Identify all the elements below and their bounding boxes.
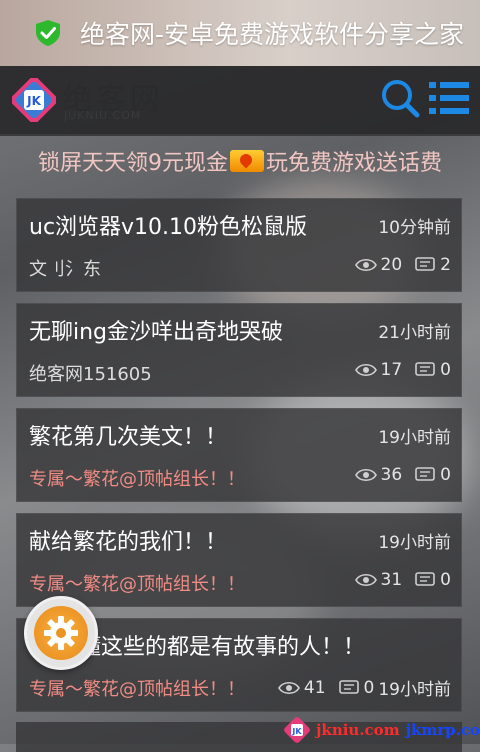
site-logo-icon[interactable]: JK bbox=[12, 78, 56, 122]
svg-text:JK: JK bbox=[26, 94, 41, 108]
promo-text-part2: 玩免费游戏送话费 bbox=[265, 151, 442, 176]
post-title: 繁花第几次美文！！ bbox=[29, 425, 228, 450]
view-count: 20 bbox=[380, 255, 403, 275]
eye-icon bbox=[354, 258, 377, 272]
view-count: 31 bbox=[380, 570, 403, 590]
post-title: uc浏览器v10.10粉色松鼠版 bbox=[29, 215, 308, 240]
gear-icon bbox=[34, 606, 88, 660]
post-stats: 20 2 bbox=[354, 255, 451, 275]
post-time: 19小时前 bbox=[378, 680, 451, 700]
shield-check-icon bbox=[36, 20, 60, 46]
view-count: 17 bbox=[380, 360, 403, 380]
post-title: 献给繁花的我们！！ bbox=[29, 530, 228, 555]
comment-count: 2 bbox=[440, 255, 451, 275]
comment-count: 0 bbox=[440, 465, 451, 485]
search-icon[interactable] bbox=[380, 78, 420, 118]
floating-settings-button[interactable] bbox=[24, 596, 98, 670]
comment-icon bbox=[415, 467, 435, 481]
post-card[interactable]: 无聊ing金沙咩出奇地哭破 21小时前 绝客网151605 17 0 bbox=[16, 303, 462, 397]
eye-icon bbox=[354, 468, 377, 482]
post-time: 21小时前 bbox=[378, 323, 451, 343]
post-author: 专属～繁花@顶帖组长！！ bbox=[29, 679, 245, 700]
comment-count: 0 bbox=[440, 570, 451, 590]
list-menu-icon[interactable] bbox=[428, 80, 470, 116]
post-author: 绝客网151605 bbox=[29, 364, 152, 385]
promo-text-part1: 锁屏天天领9元现金 bbox=[37, 151, 228, 176]
watermark: JK jkniu.com jkmrp.com bbox=[284, 716, 480, 744]
page-title: 绝客网-安卓免费游戏软件分享之家 bbox=[80, 20, 465, 49]
eye-icon bbox=[354, 573, 377, 587]
site-logo-subtext: JUKNIU.COM bbox=[64, 109, 142, 122]
eye-icon bbox=[354, 363, 377, 377]
post-stats: 31 0 bbox=[354, 570, 451, 590]
comment-count: 0 bbox=[363, 677, 375, 698]
post-card[interactable]: 繁花第几次美文！！ 19小时前 专属～繁花@顶帖组长！！ 36 0 bbox=[16, 408, 462, 502]
view-count: 36 bbox=[380, 465, 403, 485]
post-card[interactable]: uc浏览器v10.10粉色松鼠版 10分钟前 文刂氵东 20 2 bbox=[16, 198, 462, 292]
site-header: JK 绝客网 JUKNIU.COM bbox=[0, 66, 480, 136]
post-author: 文刂氵东 bbox=[29, 259, 101, 280]
view-count: 41 bbox=[303, 677, 326, 698]
svg-text:JK: JK bbox=[291, 727, 302, 736]
promo-banner[interactable]: 锁屏天天领9元现金 玩免费游戏送话费 bbox=[0, 134, 480, 188]
post-time: 19小时前 bbox=[378, 533, 451, 553]
watermark-logo-icon: JK bbox=[284, 717, 310, 743]
post-stats: 41 0 19小时前 bbox=[277, 675, 451, 700]
post-time: 19小时前 bbox=[378, 428, 451, 448]
post-time: 10分钟前 bbox=[378, 218, 451, 238]
watermark-text-1: jkniu.com bbox=[316, 721, 400, 739]
fire-icon bbox=[229, 150, 264, 172]
post-card[interactable]: 献给繁花的我们！！ 19小时前 专属～繁花@顶帖组长！！ 31 0 bbox=[16, 513, 462, 607]
browser-title-bar: 绝客网-安卓免费游戏软件分享之家 bbox=[0, 0, 480, 66]
comment-icon bbox=[338, 679, 359, 694]
eye-icon bbox=[277, 681, 300, 694]
post-author: 专属～繁花@顶帖组长！！ bbox=[29, 469, 245, 490]
comment-icon bbox=[415, 257, 435, 271]
post-stats: 36 0 bbox=[354, 465, 451, 485]
comment-count: 0 bbox=[440, 360, 451, 380]
comment-icon bbox=[415, 572, 435, 586]
post-title: 无聊ing金沙咩出奇地哭破 bbox=[29, 320, 284, 345]
post-author: 专属～繁花@顶帖组长！！ bbox=[29, 574, 245, 595]
post-stats: 17 0 bbox=[354, 360, 451, 380]
post-title: 懂这些的都是有故事的人！！ bbox=[79, 635, 366, 660]
comment-icon bbox=[415, 362, 435, 376]
watermark-text-2: jkmrp.com bbox=[405, 721, 480, 739]
